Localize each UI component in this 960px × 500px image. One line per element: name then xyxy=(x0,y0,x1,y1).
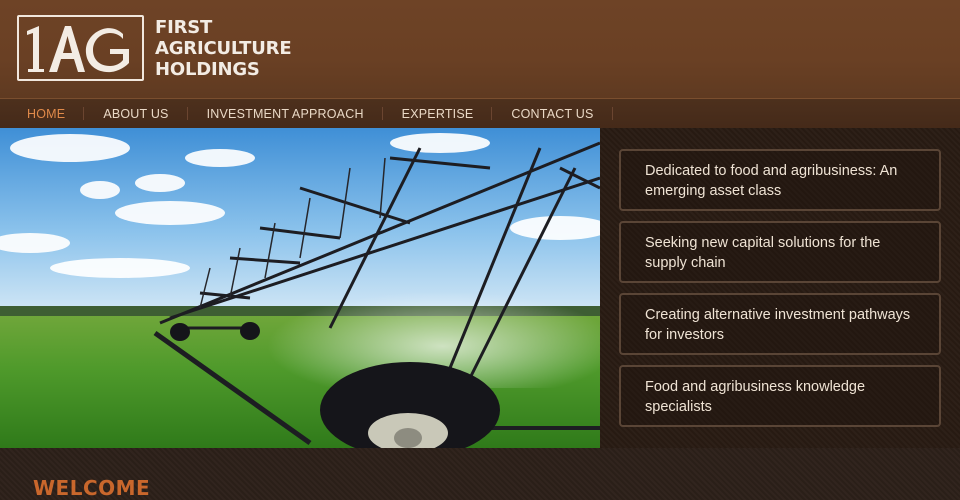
welcome-heading: WELCOME xyxy=(33,476,151,500)
hero-image xyxy=(0,128,600,448)
logo-mark-icon xyxy=(27,26,129,73)
site-header: FIRST AGRICULTURE HOLDINGS xyxy=(0,0,960,98)
brand-line-3: HOLDINGS xyxy=(155,59,260,80)
nav-item-about-us[interactable]: ABOUT US xyxy=(84,99,188,128)
content-section: WELCOME xyxy=(0,448,960,500)
main-nav: HOME ABOUT US INVESTMENT APPROACH EXPERT… xyxy=(0,98,960,128)
logo[interactable] xyxy=(17,15,144,81)
feature-card-knowledge-specialists[interactable]: Food and agribusiness knowledge speciali… xyxy=(619,365,941,427)
feature-card-food-agribusiness[interactable]: Dedicated to food and agribusiness: An e… xyxy=(619,149,941,211)
feature-panel: Dedicated to food and agribusiness: An e… xyxy=(600,128,960,448)
brand-line-2: AGRICULTURE xyxy=(155,38,292,59)
feature-card-capital-solutions[interactable]: Seeking new capital solutions for the su… xyxy=(619,221,941,283)
nav-item-contact-us[interactable]: CONTACT US xyxy=(492,99,613,128)
brand-line-1: FIRST xyxy=(155,17,213,38)
nav-item-expertise[interactable]: EXPERTISE xyxy=(383,99,493,128)
feature-card-investment-pathways[interactable]: Creating alternative investment pathways… xyxy=(619,293,941,355)
irrigation-field-image xyxy=(0,128,600,448)
nav-item-investment-approach[interactable]: INVESTMENT APPROACH xyxy=(188,99,383,128)
nav-item-home[interactable]: HOME xyxy=(8,99,85,128)
brand-name: FIRST AGRICULTURE HOLDINGS xyxy=(155,17,292,80)
